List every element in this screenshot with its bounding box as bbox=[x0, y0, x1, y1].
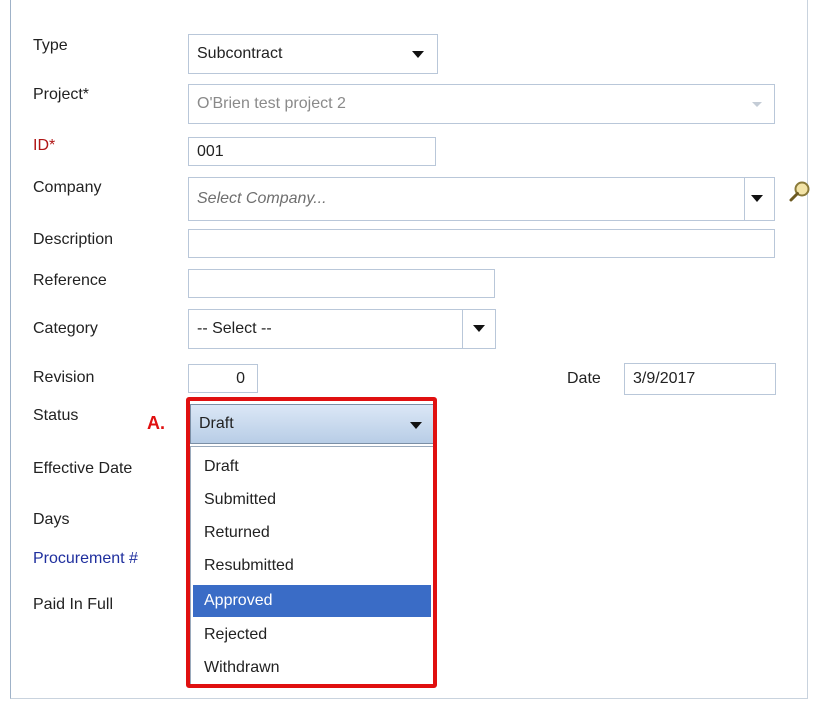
effective-date-label: Effective Date bbox=[33, 460, 133, 477]
description-input[interactable] bbox=[188, 229, 775, 258]
reference-label: Reference bbox=[33, 272, 107, 289]
magnifier-icon[interactable] bbox=[788, 180, 812, 204]
date-label: Date bbox=[567, 370, 601, 387]
revision-value: 0 bbox=[236, 370, 245, 387]
status-label: Status bbox=[33, 407, 79, 424]
category-chevron-down-icon[interactable] bbox=[473, 325, 485, 332]
category-label: Category bbox=[33, 320, 98, 337]
revision-input[interactable]: 0 bbox=[188, 364, 258, 393]
type-chevron-down-icon[interactable] bbox=[412, 51, 424, 58]
category-select[interactable]: -- Select -- bbox=[188, 309, 496, 349]
date-input[interactable]: 3/9/2017 bbox=[624, 363, 776, 395]
category-divider bbox=[462, 310, 463, 348]
category-value: -- Select -- bbox=[197, 320, 272, 337]
annotation-highlight-box bbox=[186, 397, 437, 688]
company-chevron-down-icon[interactable] bbox=[751, 195, 763, 202]
id-label: ID* bbox=[33, 137, 56, 154]
annotation-label: A. bbox=[147, 413, 165, 433]
type-select[interactable]: Subcontract bbox=[188, 34, 438, 74]
id-value: 001 bbox=[197, 143, 224, 160]
company-label: Company bbox=[33, 179, 102, 196]
company-divider bbox=[744, 178, 745, 220]
project-chevron-down-icon bbox=[752, 102, 762, 107]
type-label: Type bbox=[33, 37, 68, 54]
paid-in-full-label: Paid In Full bbox=[33, 596, 114, 613]
description-label: Description bbox=[33, 231, 114, 248]
project-value: O'Brien test project 2 bbox=[197, 95, 346, 112]
project-label: Project* bbox=[33, 86, 90, 103]
procurement-label[interactable]: Procurement # bbox=[33, 550, 138, 568]
id-input[interactable]: 001 bbox=[188, 137, 436, 166]
project-select: O'Brien test project 2 bbox=[188, 84, 775, 124]
company-select[interactable]: Select Company... bbox=[188, 177, 775, 221]
days-label: Days bbox=[33, 511, 70, 528]
company-placeholder: Select Company... bbox=[197, 190, 327, 207]
date-value: 3/9/2017 bbox=[633, 370, 696, 387]
reference-input[interactable] bbox=[188, 269, 495, 298]
type-value: Subcontract bbox=[197, 45, 283, 62]
revision-label: Revision bbox=[33, 369, 95, 386]
